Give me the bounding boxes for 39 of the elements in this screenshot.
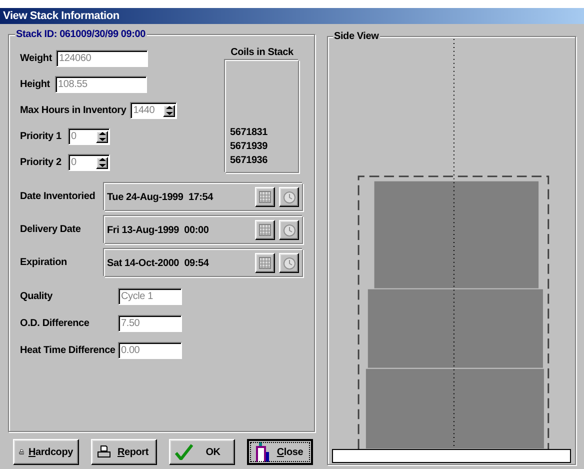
- date-value: Sat 14-Oct-2000 09:54: [107, 256, 210, 270]
- field-label: Priority 1: [20, 130, 62, 144]
- field-label: Delivery Date: [20, 223, 82, 237]
- field-label: Heat Time Difference: [20, 344, 116, 358]
- clock-icon: [282, 224, 296, 236]
- date-value: Tue 24-Aug-1999 17:54: [107, 190, 214, 204]
- clock-button[interactable]: [279, 220, 299, 240]
- date-value: Fri 13-Aug-1999 00:00: [107, 224, 210, 238]
- clock-icon: [282, 190, 296, 204]
- field-label: Date Inventoried: [20, 190, 96, 204]
- calendar-button[interactable]: [255, 220, 275, 240]
- calendar-button[interactable]: [255, 187, 275, 207]
- calendar-icon: [259, 191, 271, 203]
- clock-icon: [282, 256, 296, 270]
- check-icon: [175, 444, 193, 460]
- coils-title: Coils in Stack: [230, 46, 294, 58]
- action-button[interactable]: OK: [169, 439, 235, 465]
- calendar-icon: [259, 257, 271, 269]
- field-label: O.D. Difference: [20, 317, 90, 331]
- field-label: Priority 2: [20, 156, 62, 170]
- field-label: Max Hours in Inventory: [20, 104, 126, 118]
- field-label: Height: [20, 78, 51, 92]
- coil-item[interactable]: 5671939: [230, 141, 298, 153]
- clock-button[interactable]: [279, 253, 299, 273]
- calendar-button[interactable]: [255, 253, 275, 273]
- calendar-icon: [259, 224, 271, 236]
- action-button[interactable]: Close: [247, 439, 313, 465]
- printer-icon: [97, 445, 111, 459]
- coil-item[interactable]: 5671831: [230, 127, 298, 139]
- clock-button[interactable]: [279, 187, 299, 207]
- window-title: View Stack Information: [0, 8, 584, 24]
- coils-list[interactable]: 5671831 5671939 5671936: [225, 60, 299, 173]
- door-icon: [254, 442, 270, 462]
- field-label: Quality: [20, 290, 54, 304]
- action-button[interactable]: Hardcopy: [13, 439, 79, 465]
- coil-item[interactable]: 5671936: [230, 155, 298, 167]
- field-label: Expiration: [20, 256, 68, 270]
- action-button[interactable]: Report: [91, 439, 157, 465]
- field-label: Weight: [20, 52, 52, 66]
